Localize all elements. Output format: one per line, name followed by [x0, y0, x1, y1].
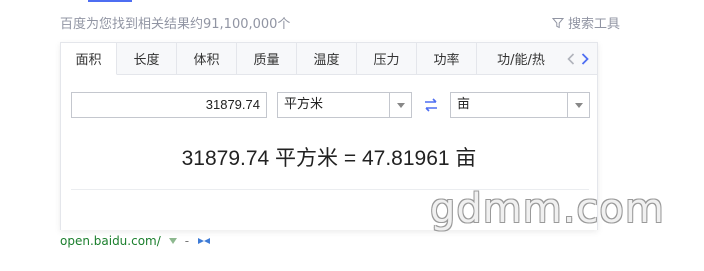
source-url-link[interactable]: open.baidu.com/: [60, 234, 161, 248]
unit-category-tabs: 面积 长度 体积 质量 温度 压力 功率 功/能/热: [61, 43, 597, 75]
tab-label: 体积: [193, 53, 220, 68]
value-input[interactable]: 31879.74: [71, 92, 267, 118]
from-unit-value: 平方米: [284, 97, 324, 112]
tab-length[interactable]: 长度: [117, 43, 177, 74]
tab-label: 长度: [133, 53, 160, 68]
from-unit-select[interactable]: 平方米: [277, 92, 412, 118]
tab-label: 温度: [313, 53, 340, 68]
swap-units-button[interactable]: [419, 93, 443, 117]
tab-label: 面积: [75, 53, 102, 68]
to-unit-caret: [567, 93, 589, 117]
baidu-guarantee-icon: [198, 238, 211, 244]
to-unit-select[interactable]: 亩: [450, 92, 590, 118]
tab-mass[interactable]: 质量: [237, 43, 297, 74]
chevron-left-icon: [567, 52, 575, 65]
caret-down-icon: [574, 102, 583, 108]
tab-area[interactable]: 面积: [61, 43, 117, 75]
tab-label: 质量: [253, 53, 280, 68]
tab-energy[interactable]: 功/能/热: [477, 43, 565, 74]
caret-down-icon: [396, 102, 405, 108]
source-separator: -: [184, 234, 190, 248]
tab-scroll-right-button[interactable]: [579, 51, 591, 67]
result-count: 百度为您找到相关结果约91,100,000个: [60, 17, 291, 32]
tab-temperature[interactable]: 温度: [297, 43, 357, 74]
filter-icon: [551, 17, 564, 28]
source-line: open.baidu.com/ -: [60, 234, 211, 248]
swap-icon: [425, 98, 437, 112]
watermark-text: gdmm.com: [430, 186, 665, 232]
tab-volume[interactable]: 体积: [177, 43, 237, 74]
tab-label: 功率: [433, 53, 460, 68]
tab-label: 功/能/热: [497, 53, 545, 68]
search-tools-label: 搜索工具: [567, 17, 620, 32]
to-unit-value: 亩: [457, 97, 471, 112]
chevron-right-icon: [581, 52, 589, 65]
tab-label: 压力: [373, 53, 400, 68]
tab-scroll-left-button[interactable]: [565, 51, 577, 67]
dropdown-triangle-icon[interactable]: [168, 238, 177, 244]
tab-power[interactable]: 功率: [417, 43, 477, 74]
tab-scroll-arrows: [565, 43, 591, 74]
conversion-result: 31879.74 平方米 = 47.81961 亩: [181, 147, 477, 170]
tab-pressure[interactable]: 压力: [357, 43, 417, 74]
top-accent-bar: [88, 0, 132, 2]
from-unit-caret: [389, 93, 411, 117]
search-tools-button[interactable]: 搜索工具: [551, 13, 620, 32]
